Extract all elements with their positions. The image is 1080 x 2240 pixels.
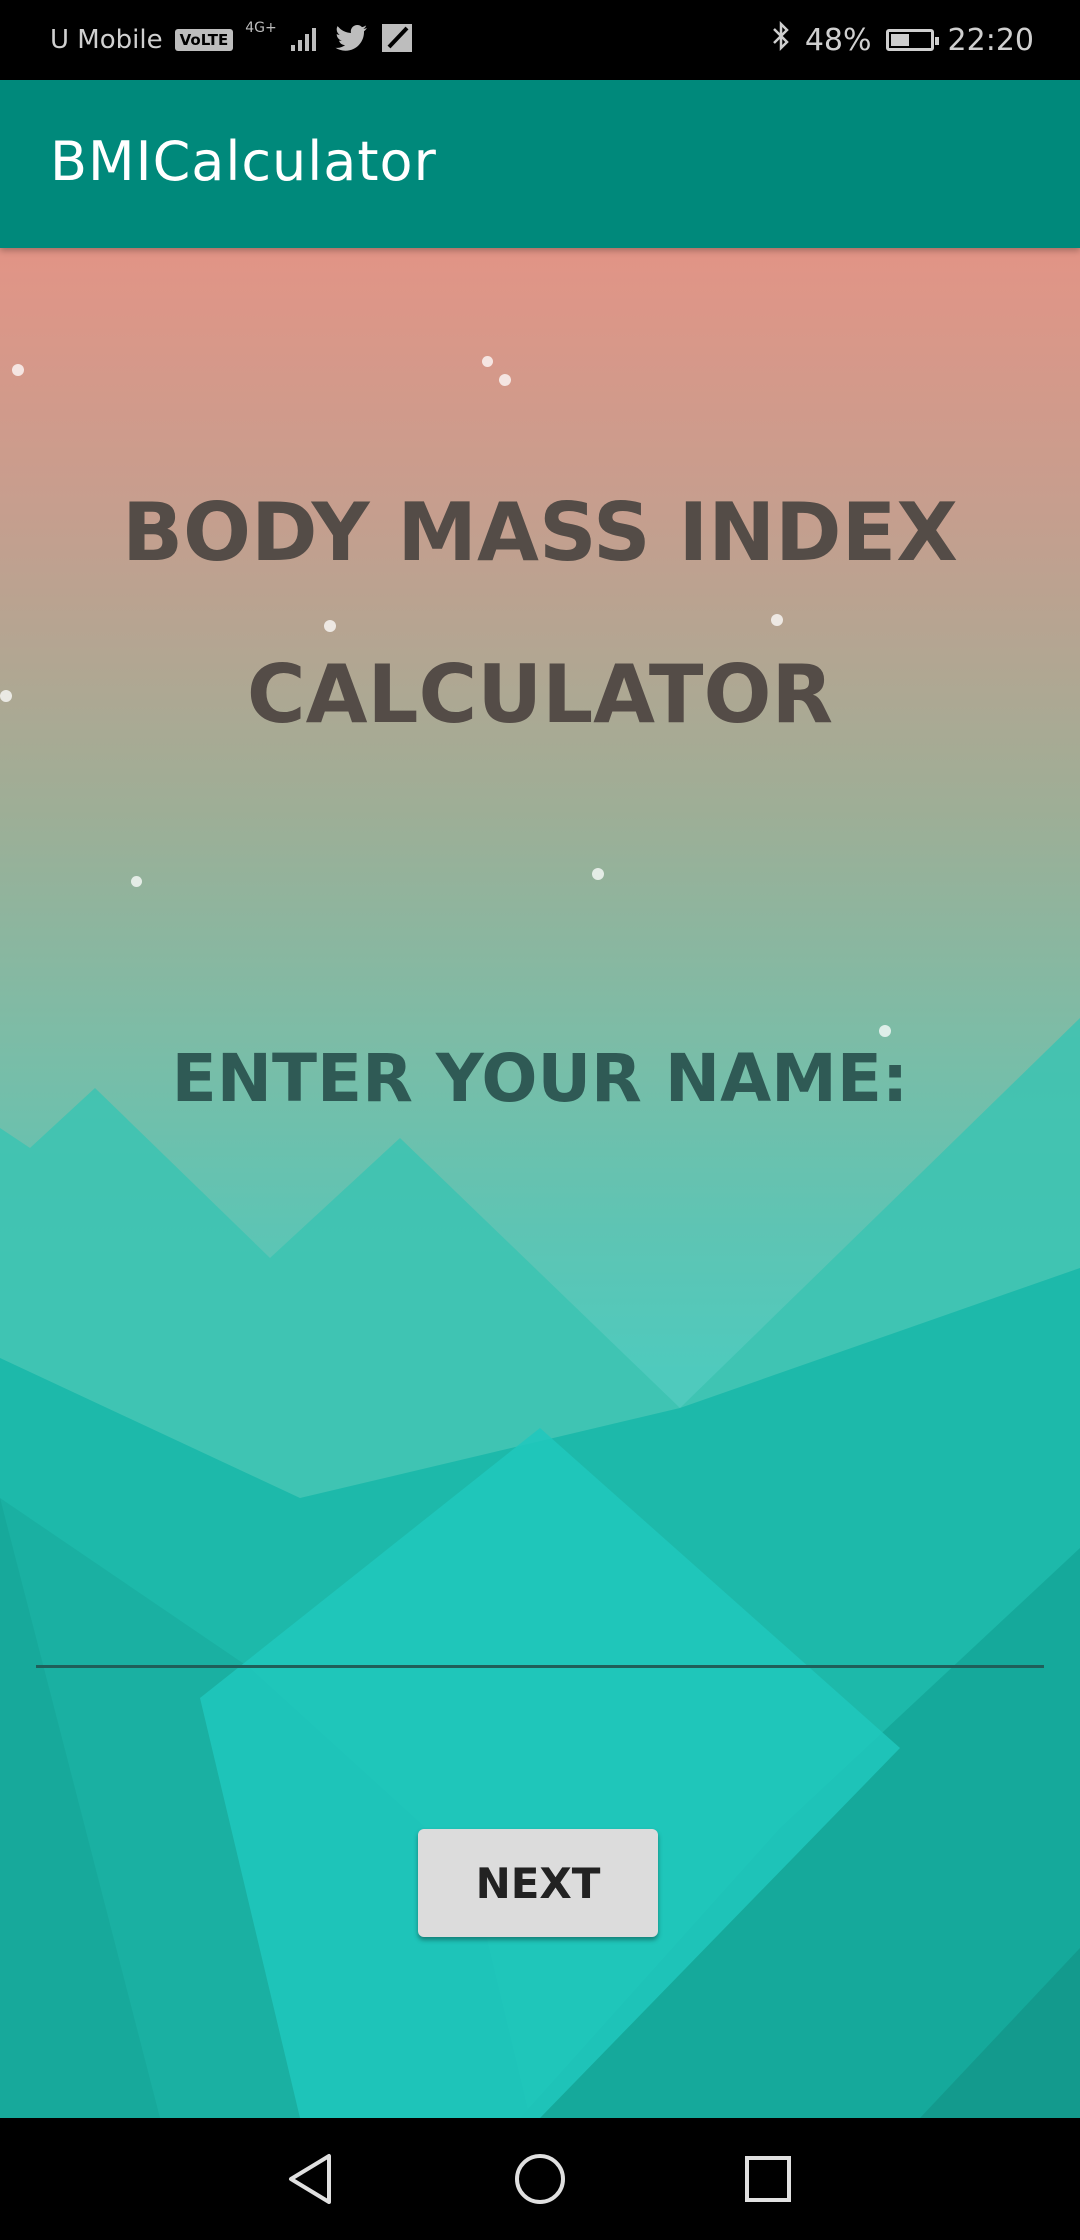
back-button[interactable] <box>250 2118 370 2240</box>
network-type: 4G+ <box>245 20 277 36</box>
signal-icon <box>289 23 323 57</box>
sparkle-dot <box>879 1025 891 1037</box>
next-button[interactable]: NEXT <box>418 1829 658 1937</box>
bluetooth-icon <box>771 20 791 60</box>
home-button[interactable] <box>480 2118 600 2240</box>
battery-fill <box>890 34 909 46</box>
sparkle-dot <box>482 356 493 367</box>
status-left: U Mobile VoLTE 4G+ <box>50 0 413 80</box>
status-bar: U Mobile VoLTE 4G+ 48% 22:20 <box>0 0 1080 80</box>
app-title: BMICalculator <box>50 130 437 193</box>
main-content: BODY MASS INDEX CALCULATOR ENTER YOUR NA… <box>0 248 1080 2118</box>
sparkle-dot <box>131 876 142 887</box>
sparkle-dot <box>499 374 511 386</box>
title-line-1: BODY MASS INDEX <box>122 486 958 579</box>
back-icon <box>289 2154 331 2204</box>
status-right: 48% 22:20 <box>771 0 1034 80</box>
sparkle-dot <box>324 620 336 632</box>
clock: 22:20 <box>947 22 1034 58</box>
home-icon <box>515 2154 565 2204</box>
name-prompt: ENTER YOUR NAME: <box>171 1040 909 1117</box>
title-line-2: CALCULATOR <box>246 648 834 741</box>
recents-button[interactable] <box>708 2118 828 2240</box>
sparkle-dot <box>771 614 783 626</box>
battery-percent: 48% <box>804 22 872 58</box>
battery-icon <box>885 29 939 51</box>
volte-badge: VoLTE <box>174 29 234 51</box>
twitter-icon <box>335 24 369 56</box>
recents-icon <box>745 2156 791 2202</box>
sparkle-dot <box>12 364 24 376</box>
sparkle-dot <box>592 868 604 880</box>
carrier-name: U Mobile <box>50 25 163 55</box>
navigation-bar <box>0 2118 1080 2240</box>
app-bar: BMICalculator <box>0 80 1080 248</box>
notification-icon <box>381 23 413 57</box>
name-input[interactable] <box>36 1568 1044 1668</box>
